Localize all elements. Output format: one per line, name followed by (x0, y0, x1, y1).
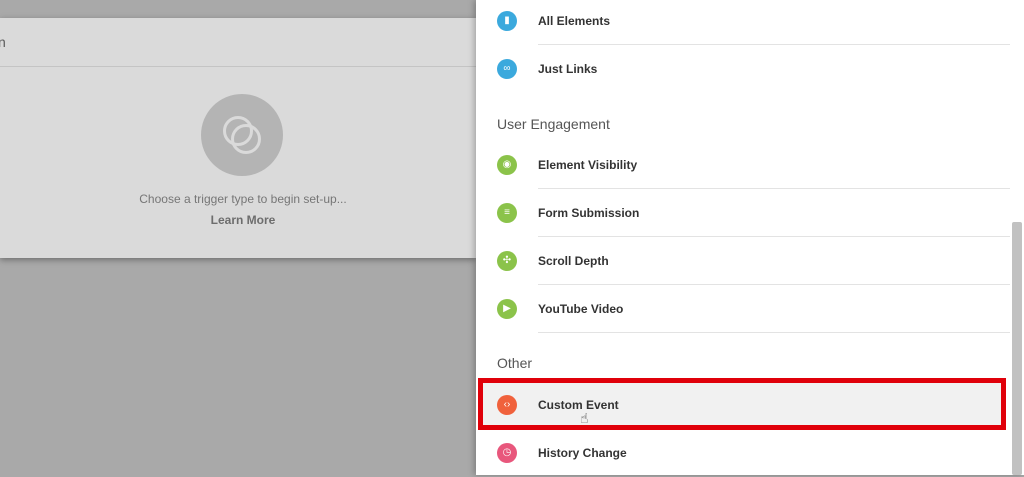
trigger-item-label: Scroll Depth (538, 254, 609, 268)
learn-more-link[interactable]: Learn More (0, 213, 486, 227)
trigger-item-element-visibility[interactable]: ◉ Element Visibility (476, 141, 1010, 189)
choose-trigger-hint: Choose a trigger type to begin set-up... (139, 192, 347, 206)
eye-icon: ◉ (497, 155, 517, 175)
trigger-item-youtube-video[interactable]: ▶ YouTube Video (476, 285, 1010, 333)
trigger-item-form-submission[interactable]: ≡ Form Submission (476, 189, 1010, 237)
form-icon: ≡ (497, 203, 517, 223)
trigger-item-label: History Change (538, 446, 627, 460)
trigger-item-label: Element Visibility (538, 158, 638, 172)
scroll-icon: ✣ (497, 251, 517, 271)
play-icon: ▶ (497, 299, 517, 319)
card-header: n (0, 18, 476, 67)
trigger-item-just-links[interactable]: ∞ Just Links (476, 45, 1010, 93)
trigger-item-all-elements[interactable]: ▮ All Elements (476, 0, 1010, 45)
scrollbar-thumb[interactable] (1012, 222, 1022, 475)
trigger-item-label: Just Links (538, 62, 598, 76)
section-other: Other (497, 355, 533, 371)
trigger-ring-icon (231, 124, 261, 154)
trigger-item-label: YouTube Video (538, 302, 624, 316)
cursor-icon: ▮ (497, 11, 517, 31)
trigger-item-custom-event[interactable]: ‹› Custom Event (476, 381, 1010, 429)
section-user-engagement: User Engagement (497, 116, 610, 132)
trigger-type-icon[interactable] (201, 94, 283, 176)
card-title: n (0, 34, 6, 50)
trigger-item-scroll-depth[interactable]: ✣ Scroll Depth (476, 237, 1010, 285)
trigger-item-history-change[interactable]: ◷ History Change (476, 429, 1010, 477)
history-icon: ◷ (497, 443, 517, 463)
trigger-config-card: n Choose a trigger type to begin set-up.… (0, 18, 476, 258)
trigger-item-label: Form Submission (538, 206, 640, 220)
link-icon: ∞ (497, 59, 517, 79)
hand-pointer-icon: ☝ (580, 410, 589, 426)
code-icon: ‹› (497, 395, 517, 415)
panel-scrollbar[interactable] (1010, 0, 1024, 475)
divider (538, 332, 1010, 333)
trigger-item-label: All Elements (538, 14, 611, 28)
trigger-item-label: Custom Event (538, 398, 619, 412)
